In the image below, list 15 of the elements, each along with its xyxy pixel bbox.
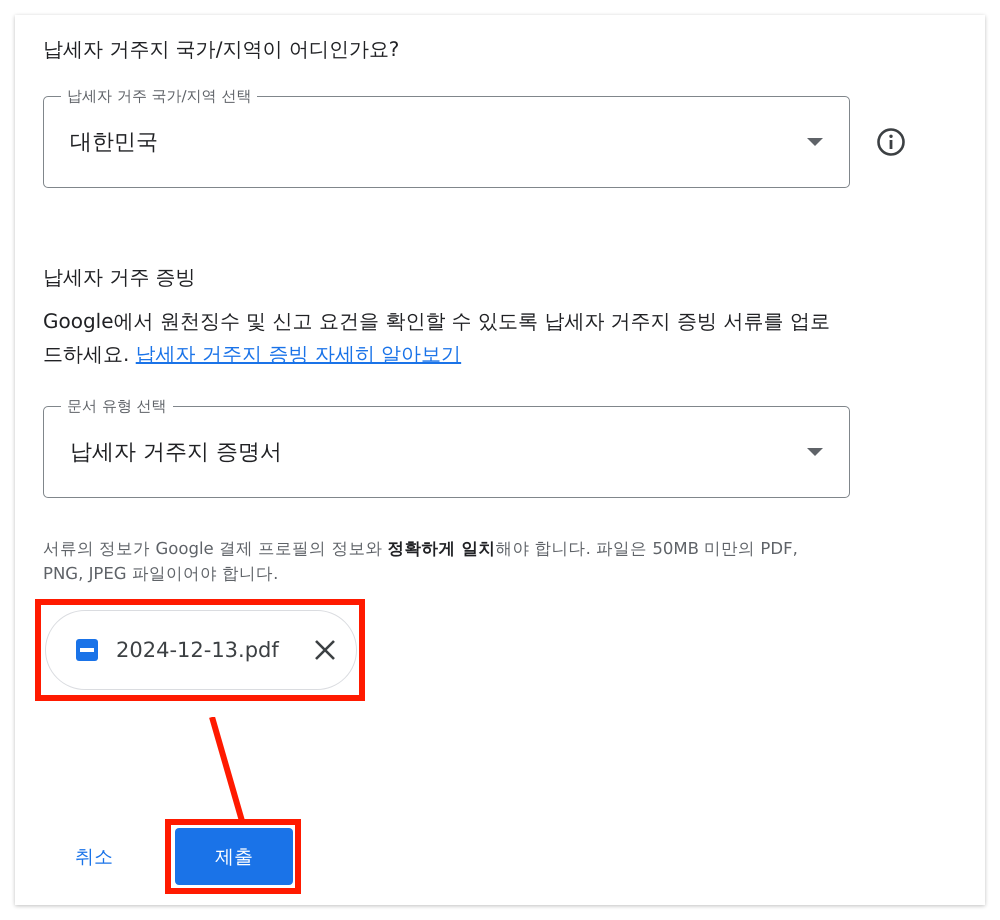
close-icon[interactable] [314, 639, 336, 661]
pdf-file-icon [76, 639, 98, 661]
select-value: 대한민국 [70, 129, 158, 157]
question-text: 납세자 거주지 국가/지역이 어디인가요? [43, 36, 400, 63]
dropdown-caret-icon [807, 138, 823, 146]
cancel-button[interactable]: 취소 [65, 828, 123, 885]
select-value: 납세자 거주지 증명서 [70, 439, 282, 467]
dropdown-caret-icon [807, 448, 823, 456]
help-text: 서류의 정보가 Google 결제 프로필의 정보와 정확하게 일치해야 합니다. 파일은 50MB 미만의 PDF, PNG, JPEG 파일이어야 합니다. [43, 538, 799, 585]
description-text: Google에서 원천징수 및 신고 요건을 확인할 수 있도록 납세자 거주지 증빙 서류를 업로드하세요. 납세자 거주지 증빙 자세히 알아보기 [43, 308, 831, 368]
section-heading: 납세자 거주 증빙 [43, 264, 197, 291]
submit-button[interactable]: 제출 [175, 828, 293, 885]
file-name: 2024-12-13.pdf [116, 638, 280, 662]
info-icon[interactable] [876, 127, 906, 157]
learn-more-link[interactable]: 납세자 거주지 증빙 자세히 알아보기 [136, 342, 462, 366]
